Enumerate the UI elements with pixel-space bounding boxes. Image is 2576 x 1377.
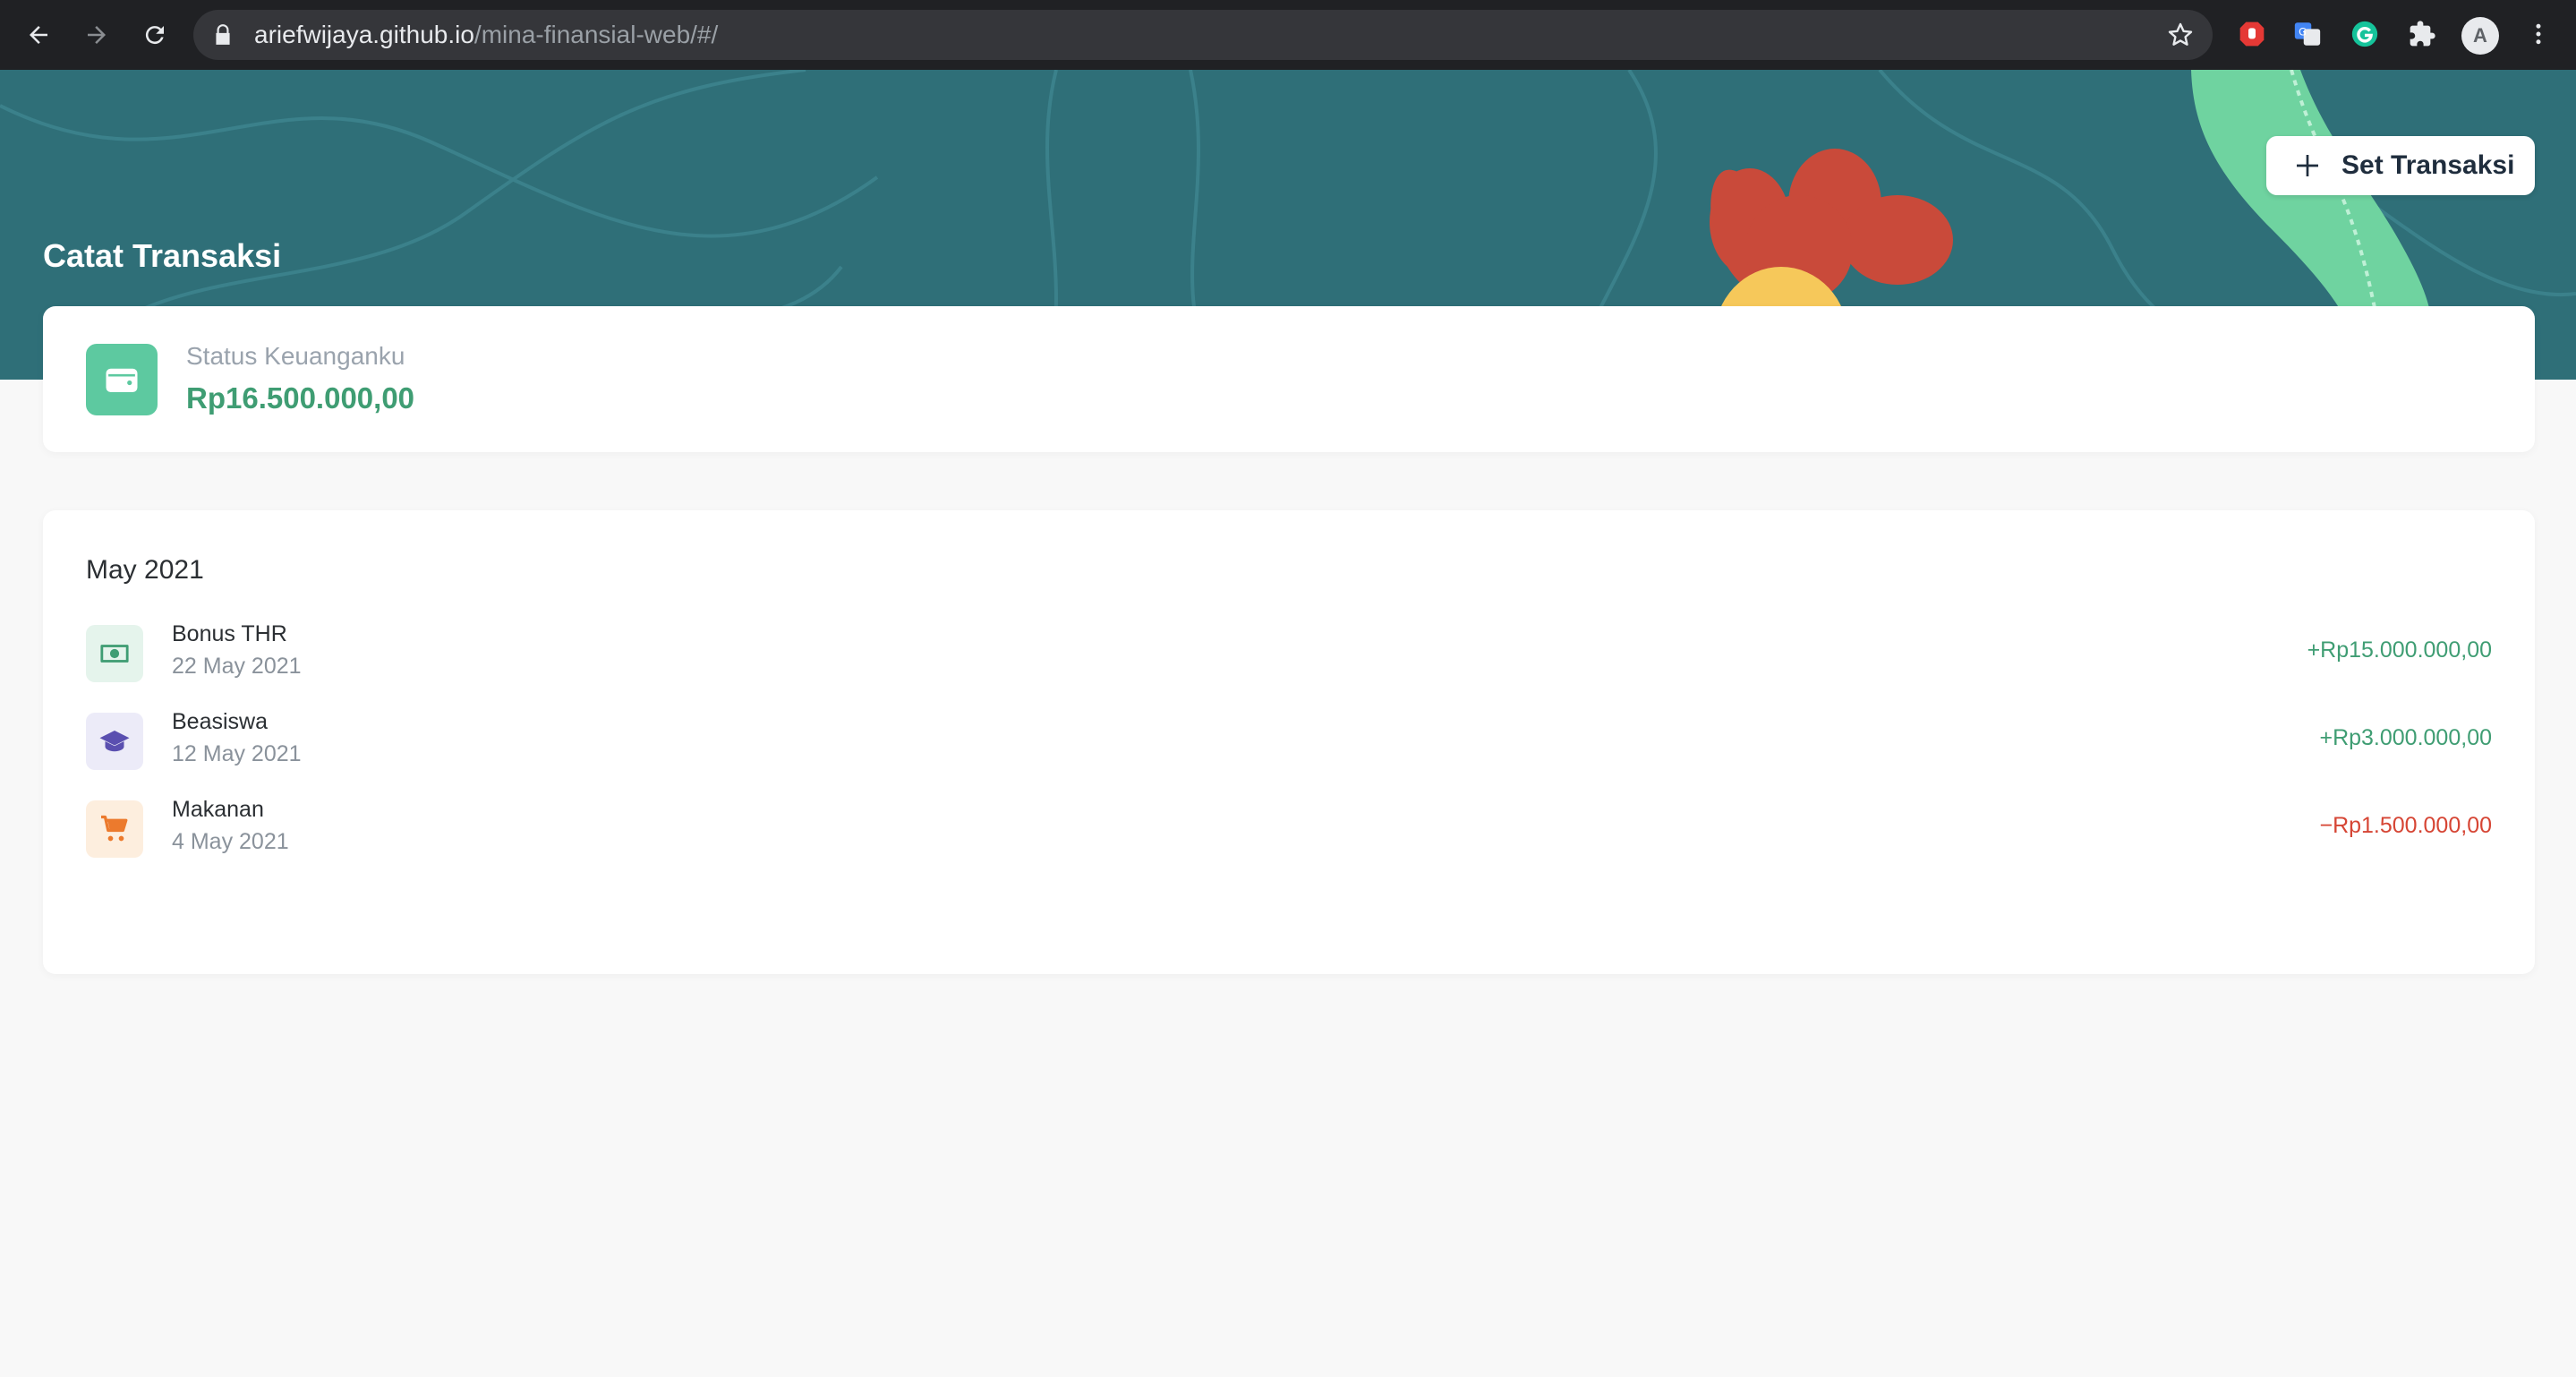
month-label: May 2021 bbox=[86, 555, 204, 585]
svg-text:G: G bbox=[2299, 25, 2307, 38]
profile-avatar[interactable]: A bbox=[2461, 17, 2499, 55]
url-host: ariefwijaya.github.io bbox=[254, 21, 474, 48]
transaction-amount: +Rp3.000.000,00 bbox=[2319, 725, 2492, 750]
wallet-icon bbox=[86, 344, 158, 415]
transaction-amount: −Rp1.500.000,00 bbox=[2319, 813, 2492, 838]
url-path: /mina-finansial-web/#/ bbox=[473, 21, 719, 48]
browser-toolbar: ariefwijaya.github.io/mina-finansial-web… bbox=[0, 0, 2576, 70]
wallet-glyph bbox=[106, 368, 138, 392]
stop-hand-icon bbox=[2239, 21, 2265, 47]
transaction-name: Beasiswa bbox=[172, 709, 268, 734]
app-page: Catat Transaksi Set Transaksi Status Keu… bbox=[0, 70, 2576, 1377]
page-title: Catat Transaksi bbox=[43, 237, 282, 274]
transaction-name: Makanan bbox=[172, 797, 264, 822]
puzzle-icon bbox=[2410, 21, 2435, 47]
extension-translate[interactable]: G bbox=[2291, 18, 2324, 50]
reload-button[interactable] bbox=[132, 13, 177, 57]
set-transaksi-label: Set Transaksi bbox=[2341, 150, 2515, 180]
translate-icon: G bbox=[2294, 22, 2321, 46]
extension-adblock[interactable] bbox=[2236, 18, 2268, 50]
set-transaksi-button[interactable]: Set Transaksi bbox=[2266, 136, 2535, 195]
transaction-date: 4 May 2021 bbox=[172, 829, 289, 854]
transactions-card: May 2021 Bonus THR 22 May 2021 +Rp15.000… bbox=[43, 510, 2535, 974]
transaction-date: 22 May 2021 bbox=[172, 654, 302, 679]
list-item[interactable]: Beasiswa 12 May 2021 +Rp3.000.000,00 bbox=[86, 709, 2492, 781]
reload-icon bbox=[145, 26, 164, 45]
forward-button[interactable] bbox=[74, 13, 119, 57]
address-bar[interactable]: ariefwijaya.github.io/mina-finansial-web… bbox=[193, 10, 2213, 60]
list-item[interactable]: Bonus THR 22 May 2021 +Rp15.000.000,00 bbox=[86, 621, 2492, 693]
g-logo-icon bbox=[2351, 21, 2378, 47]
list-item[interactable]: Makanan 4 May 2021 −Rp1.500.000,00 bbox=[86, 797, 2492, 868]
transaction-amount: +Rp15.000.000,00 bbox=[2307, 637, 2492, 663]
plus-icon bbox=[2297, 155, 2318, 176]
extension-grammarly[interactable] bbox=[2349, 18, 2381, 50]
browser-menu-button[interactable] bbox=[2522, 18, 2555, 50]
lock-icon bbox=[216, 24, 230, 45]
transaction-date: 12 May 2021 bbox=[172, 741, 302, 766]
graduation-cap-icon bbox=[86, 713, 143, 770]
status-card: Status Keuanganku Rp16.500.000,00 bbox=[43, 306, 2535, 452]
status-amount: Rp16.500.000,00 bbox=[186, 381, 415, 415]
url-text: ariefwijaya.github.io/mina-finansial-web… bbox=[254, 21, 718, 49]
money-icon bbox=[86, 625, 143, 682]
more-vertical-icon bbox=[2536, 23, 2541, 45]
extensions-menu[interactable] bbox=[2406, 18, 2438, 50]
cart-icon bbox=[86, 800, 143, 858]
bookmark-star-icon[interactable] bbox=[2166, 21, 2195, 49]
back-button[interactable] bbox=[16, 13, 61, 57]
arrow-left-icon bbox=[30, 26, 47, 44]
status-label: Status Keuanganku bbox=[186, 342, 405, 370]
transaction-name: Bonus THR bbox=[172, 621, 287, 646]
arrow-right-icon bbox=[88, 26, 106, 44]
